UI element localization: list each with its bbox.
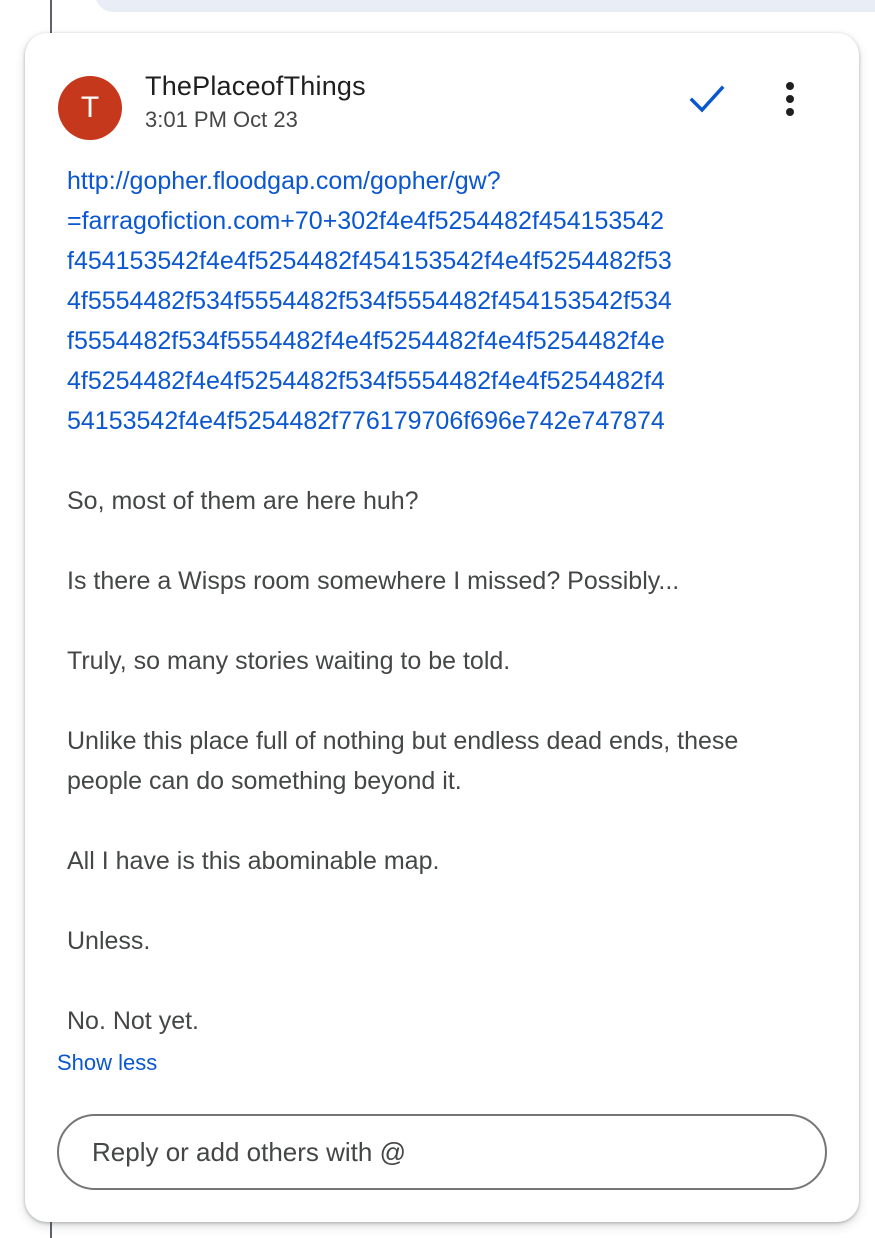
comment-author: ThePlaceofThings [145, 71, 366, 101]
comment-paragraph: Unless. [67, 927, 151, 955]
checkmark-icon [689, 85, 725, 113]
more-vert-icon [786, 82, 794, 116]
comment-paragraph: No. Not yet. [67, 1007, 199, 1035]
comment-paragraph: Unlike this place full of nothing but en… [67, 727, 739, 795]
resolve-button[interactable] [685, 77, 729, 121]
comment-paragraph: All I have is this abominable map. [67, 847, 440, 875]
more-options-button[interactable] [773, 77, 807, 121]
comment-timestamp: 3:01 PM Oct 23 [145, 107, 298, 132]
comment-body: http://gopher.floodgap.com/gopher/gw? =f… [67, 161, 787, 1041]
comment-card: T ThePlaceofThings 3:01 PM Oct 23 http:/… [25, 33, 859, 1222]
comment-paragraph: Is there a Wisps room somewhere I missed… [67, 567, 680, 595]
reply-input[interactable]: Reply or add others with @ [57, 1114, 827, 1190]
show-less-link[interactable]: Show less [57, 1050, 157, 1076]
gopher-link[interactable]: http://gopher.floodgap.com/gopher/gw? =f… [67, 161, 787, 441]
comment-paragraph: Truly, so many stories waiting to be tol… [67, 647, 511, 675]
comment-paragraph: So, most of them are here huh? [67, 487, 419, 515]
previous-comment-card [95, 0, 875, 12]
avatar[interactable]: T [58, 76, 122, 140]
